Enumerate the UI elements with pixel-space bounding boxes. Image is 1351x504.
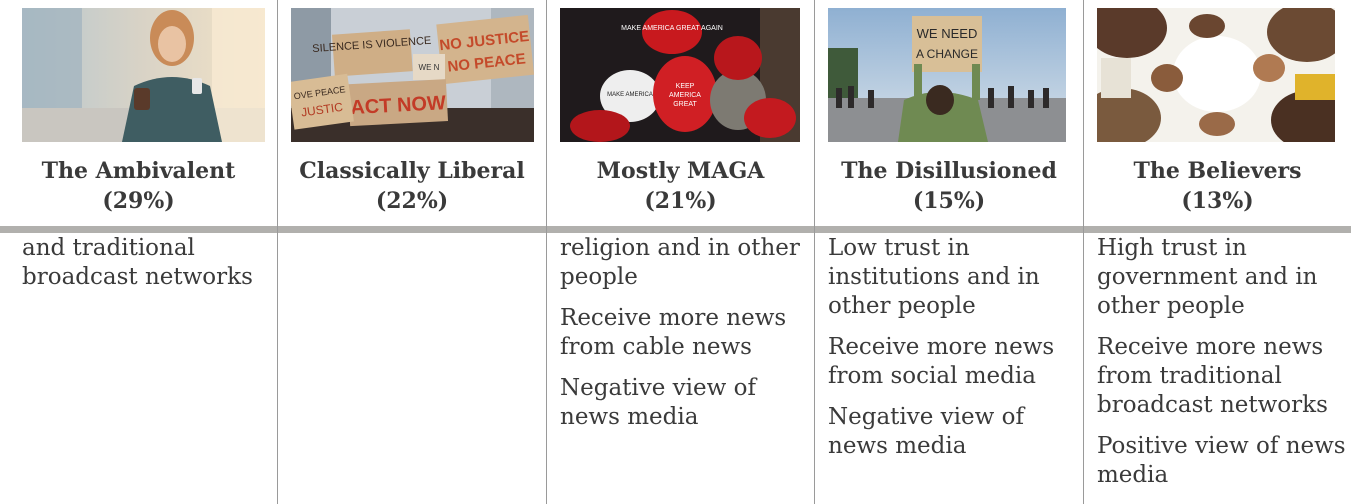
segment-traits: religion and in other people Receive mor… xyxy=(560,234,810,444)
photo-woman-with-phone xyxy=(22,8,265,142)
segment-traits: and traditional broadcast networks xyxy=(22,234,272,304)
segment-title: The Believers (13%) xyxy=(1084,156,1351,216)
column-mostly-maga: MAKE AMERICA GREAT AGAIN MAKE AMERICA KE… xyxy=(547,0,814,504)
photo-protester-sign: WE NEED A CHANGE xyxy=(828,8,1066,142)
trait-text: religion and in other people xyxy=(560,235,800,290)
svg-text:MAKE AMERICA: MAKE AMERICA xyxy=(607,92,653,98)
trait-text: and traditional broadcast networks xyxy=(22,235,253,290)
svg-text:KEEP: KEEP xyxy=(676,83,695,90)
segment-title: The Ambivalent (29%) xyxy=(0,156,277,216)
segment-traits: High trust in government and in other pe… xyxy=(1097,234,1347,502)
segment-title: Mostly MAGA (21%) xyxy=(547,156,814,216)
photo-red-hats: MAKE AMERICA GREAT AGAIN MAKE AMERICA KE… xyxy=(560,8,800,142)
svg-text:A CHANGE: A CHANGE xyxy=(916,47,978,61)
svg-text:WE N: WE N xyxy=(419,63,440,72)
segment-name: The Ambivalent xyxy=(41,158,236,184)
segment-share: (29%) xyxy=(102,188,175,214)
trait-text: Positive view of news media xyxy=(1097,433,1346,488)
trait-text: Low trust in institutions and in other p… xyxy=(828,235,1040,319)
trait-text: Negative view of news media xyxy=(828,404,1025,459)
segment-name: Mostly MAGA xyxy=(596,158,765,184)
photo-protest-signs: SILENCE IS VIOLENCE NO JUSTICE NO PEACE … xyxy=(291,8,534,142)
segment-share: (13%) xyxy=(1181,188,1254,214)
segment-name: Classically Liberal xyxy=(299,158,525,184)
segment-share: (22%) xyxy=(375,188,449,214)
hat-text: MAKE AMERICA GREAT AGAIN xyxy=(621,25,723,32)
segment-share: (21%) xyxy=(644,188,717,214)
segment-title: The Disillusioned (15%) xyxy=(815,156,1083,216)
segment-title: Classically Liberal (22%) xyxy=(278,156,546,216)
trait-text: Receive more news from cable news xyxy=(560,305,787,360)
photo-hands-circle xyxy=(1097,8,1335,142)
svg-text:GREAT: GREAT xyxy=(673,101,697,108)
segment-traits: Low trust in institutions and in other p… xyxy=(828,234,1078,473)
column-ambivalent: The Ambivalent (29%) and traditional bro… xyxy=(0,0,277,504)
segment-name: The Believers xyxy=(1133,158,1302,184)
trait-text: Receive more news from traditional broad… xyxy=(1097,334,1328,418)
trait-text: Receive more news from social media xyxy=(828,334,1055,389)
column-disillusioned: WE NEED A CHANGE The Disillusioned (15%)… xyxy=(815,0,1083,504)
segment-share: (15%) xyxy=(912,188,986,214)
column-classically-liberal: SILENCE IS VIOLENCE NO JUSTICE NO PEACE … xyxy=(278,0,546,504)
svg-text:AMERICA: AMERICA xyxy=(669,92,701,99)
trait-text: Negative view of news media xyxy=(560,375,757,430)
column-believers: The Believers (13%) High trust in govern… xyxy=(1084,0,1351,504)
svg-text:WE NEED: WE NEED xyxy=(917,26,978,41)
trait-text: High trust in government and in other pe… xyxy=(1097,235,1318,319)
segment-name: The Disillusioned xyxy=(841,158,1057,184)
segments-table: The Ambivalent (29%) and traditional bro… xyxy=(0,0,1351,504)
